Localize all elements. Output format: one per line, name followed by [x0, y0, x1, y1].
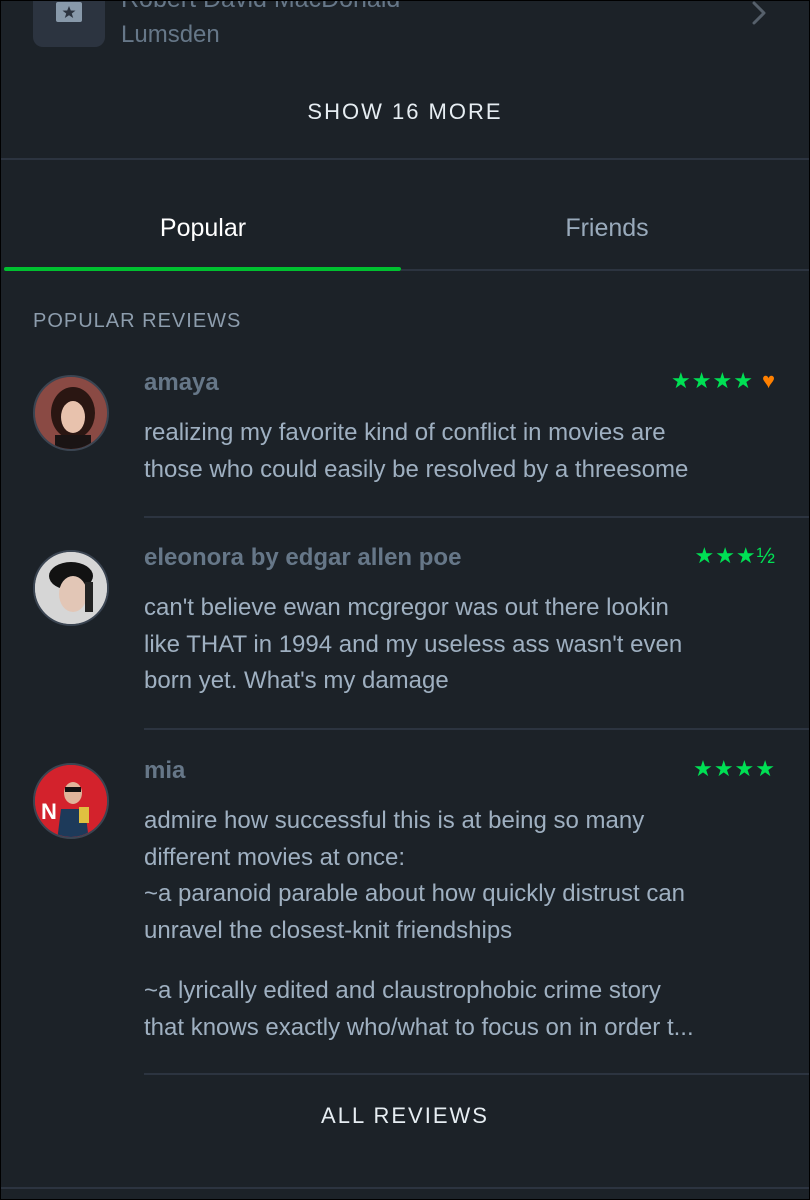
- section-heading: POPULAR REVIEWS: [33, 310, 242, 332]
- review-line: unravel the closest-knit friendships: [144, 916, 513, 944]
- crew-row[interactable]: Robert David MacDonald Lumsden: [1, 1, 809, 61]
- divider: [1, 1187, 809, 1189]
- review-author[interactable]: amaya: [144, 369, 219, 397]
- review-line: realizing my favorite kind of conflict i…: [144, 419, 666, 446]
- crew-name: Robert David MacDonald: [121, 1, 400, 14]
- rating-value: ★★★★: [693, 756, 776, 781]
- ticket-icon: [56, 2, 82, 22]
- review-line: different movies at once:: [144, 843, 406, 871]
- review-text[interactable]: can't believe ewan mcgregor was out ther…: [144, 590, 774, 700]
- review-line: admire how successful this is at being s…: [144, 807, 645, 834]
- avatar-image: N: [35, 765, 107, 837]
- crew-thumbnail: [33, 1, 105, 47]
- review-line: that knows exactly who/what to focus on …: [144, 1013, 694, 1041]
- review-author[interactable]: eleonora by edgar allen poe: [144, 544, 461, 572]
- avatar-image: [35, 552, 107, 624]
- review-line: ~a lyrically edited and claustrophobic c…: [144, 977, 661, 1004]
- avatar[interactable]: [33, 375, 109, 451]
- rating-value: ★★★★: [671, 368, 754, 393]
- review-line: those who could easily be resolved by a …: [144, 455, 689, 483]
- rating-stars: ★★★★: [693, 756, 776, 782]
- avatar[interactable]: [33, 550, 109, 626]
- tab-friends[interactable]: Friends: [405, 187, 809, 271]
- crew-role: Lumsden: [121, 21, 220, 48]
- rating-stars: ★★★★ ♥: [671, 368, 776, 394]
- review-author[interactable]: mia: [144, 757, 185, 785]
- avatar-image: [35, 377, 107, 449]
- review-divider: [144, 516, 809, 518]
- heart-icon: ♥: [761, 368, 776, 393]
- rating-value: ★★★½: [694, 543, 776, 568]
- divider: [1, 158, 809, 160]
- rating-stars: ★★★½: [694, 543, 776, 569]
- review-text[interactable]: realizing my favorite kind of conflict i…: [144, 415, 774, 488]
- review-text[interactable]: admire how successful this is at being s…: [144, 803, 774, 1046]
- svg-text:N: N: [41, 799, 57, 824]
- review-tabs: Popular Friends: [1, 187, 809, 273]
- review-line: can't believe ewan mcgregor was out ther…: [144, 594, 669, 621]
- review-divider: [144, 728, 809, 730]
- show-more-button[interactable]: SHOW 16 MORE: [1, 99, 809, 125]
- all-reviews-button[interactable]: ALL REVIEWS: [1, 1103, 809, 1129]
- chevron-right-icon[interactable]: [751, 1, 767, 25]
- tab-underline: [401, 269, 809, 271]
- review-line: like THAT in 1994 and my useless ass was…: [144, 630, 683, 658]
- review-line: born yet. What's my damage: [144, 667, 449, 694]
- review-line: ~a paranoid parable about how quickly di…: [144, 880, 686, 907]
- active-tab-indicator: [4, 267, 401, 271]
- avatar[interactable]: N: [33, 763, 109, 839]
- tab-popular[interactable]: Popular: [1, 187, 405, 271]
- review-divider: [144, 1073, 809, 1075]
- film-page-screen: Robert David MacDonald Lumsden SHOW 16 M…: [0, 0, 810, 1200]
